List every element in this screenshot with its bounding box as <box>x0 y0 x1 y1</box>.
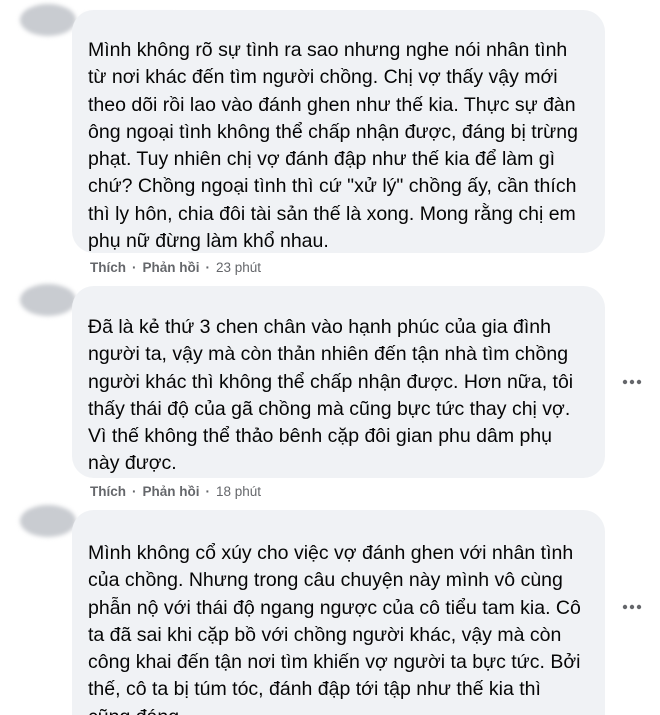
reply-link[interactable]: Phản hồi <box>143 260 200 275</box>
more-options-button[interactable] <box>618 595 646 619</box>
comment-actions: Thích · Phản hồi · 23 phút <box>90 257 261 277</box>
comment-timestamp[interactable]: 18 phút <box>216 484 261 499</box>
avatar[interactable] <box>20 505 76 537</box>
avatar[interactable] <box>20 284 76 316</box>
like-link[interactable]: Thích <box>90 260 126 275</box>
comment-timestamp[interactable]: 23 phút <box>216 260 261 275</box>
more-options-button[interactable] <box>618 370 646 394</box>
comment-text: Mình không rõ sự tình ra sao nhưng nghe … <box>88 39 578 253</box>
more-horizontal-icon <box>622 379 642 385</box>
comment-actions: Thích · Phản hồi · 18 phút <box>90 481 261 501</box>
separator: · <box>205 483 211 499</box>
separator: · <box>205 259 211 275</box>
separator: · <box>132 483 137 499</box>
like-link[interactable]: Thích <box>90 484 126 499</box>
more-horizontal-icon <box>622 604 642 610</box>
separator: · <box>132 259 137 275</box>
comment-thread: Mình không rõ sự tình ra sao nhưng nghe … <box>0 0 660 715</box>
comment-text: Đã là kẻ thứ 3 chen chân vào hạnh phúc c… <box>88 316 574 475</box>
reply-link[interactable]: Phản hồi <box>143 484 200 499</box>
comment-text: Mình không cổ xúy cho việc vợ đánh ghen … <box>88 542 581 715</box>
avatar[interactable] <box>20 4 76 36</box>
